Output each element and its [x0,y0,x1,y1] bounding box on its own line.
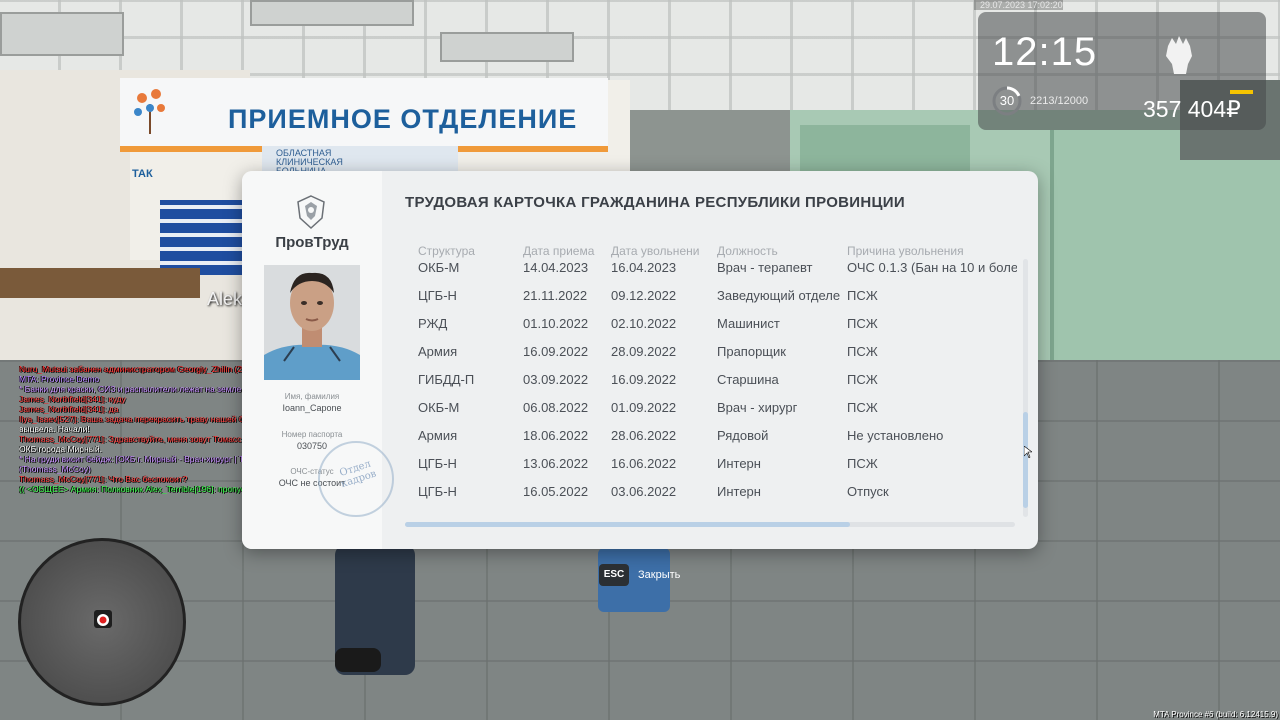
column-header: Дата увольнени [611,244,700,258]
table-cell: ОЧС 0.1.3 (Бан на 10 и более) [847,260,1017,275]
player-position-icon [94,610,112,628]
table-cell: 16.09.2022 [523,344,589,359]
modal-title: ТРУДОВАЯ КАРТОЧКА ГРАЖДАНИНА РЕСПУБЛИКИ … [405,194,905,211]
coat-of-arms-icon [297,195,325,230]
esc-key[interactable]: ESC [599,564,629,586]
table-cell: Рядовой [717,428,769,443]
ceiling-lamp [250,0,414,26]
table-cell: 16.04.2023 [611,260,677,275]
table-cell: ГИБДД-П [418,372,475,387]
passport-label: Номер паспорта [281,430,343,439]
ceiling-lamp [0,12,124,56]
xp-counter: 2213/12000 [1030,95,1089,107]
mouse-cursor-icon [1024,446,1032,458]
table-row[interactable]: ОКБ-М 14.04.2023 16.04.2023 Врач - терапевт… [405,260,1017,288]
table-cell: Прапорщик [717,344,786,359]
table-cell: 13.06.2022 [523,456,589,471]
hospital-logo-icon [134,89,165,134]
table-cell: ЦГБ-Н [418,456,457,471]
table-cell: 02.10.2022 [611,316,677,331]
build-info: MTA Province #6 (build: 6.12415.9) [1153,710,1278,719]
table-cell: 01.09.2022 [611,400,677,415]
ministry-brand: ПровТруд [275,234,349,251]
table-cell: 16.06.2022 [611,456,677,471]
table-row[interactable]: ГИБДД-П 03.09.2022 16.09.2022 Старшина ПСЖ [405,372,1017,400]
column-header: Должность [717,244,778,258]
table-cell: ПСЖ [847,400,878,415]
table-cell: Врач - хирург [717,400,798,415]
horizontal-scroll-thumb[interactable] [405,522,850,527]
name-value: Ioann_Capone [282,403,342,413]
table-cell: Интерн [717,484,761,499]
table-cell: Интерн [717,456,761,471]
table-cell: 06.08.2022 [523,400,589,415]
table-cell: 03.06.2022 [611,484,677,499]
table-cell: 16.05.2022 [523,484,589,499]
employment-table[interactable]: ОКБ-М 14.04.2023 16.04.2023 Врач - терапевт… [405,237,1017,519]
hud-clock: 12:15 [992,30,1098,74]
citizen-photo [264,265,360,380]
table-cell: Отпуск [847,484,889,499]
money-indicator [1230,90,1253,94]
table-cell: 18.06.2022 [523,428,589,443]
table-cell: 21.11.2022 [523,288,588,303]
table-cell: ЦГБ-Н [418,484,457,499]
table-cell: Старшина [717,372,779,387]
money-balance: 357 404₽ [1143,96,1241,122]
table-cell: ОКБ-М [418,260,460,275]
table-cell: Не установлено [847,428,944,443]
table-cell: Армия [418,428,458,443]
table-row[interactable]: ЦГБ-Н 21.11.2022 09.12.2022 Заведующий отде… [405,288,1017,316]
table-cell: Заведующий отделе [717,288,841,303]
citizen-portrait-icon [264,265,360,380]
table-cell: ПСЖ [847,456,878,471]
ceiling-lamp [440,32,574,62]
table-row[interactable]: ЦГБ-Н 16.05.2022 03.06.2022 Интерн Отпуск [405,484,1017,512]
column-header: Дата приема [523,244,595,258]
table-cell: ПСЖ [847,288,878,303]
column-header: Причина увольнения [847,244,964,258]
table-cell: Врач - терапевт [717,260,813,275]
table-cell: ПСЖ [847,372,878,387]
wall-rail [0,268,200,298]
table-cell: 28.09.2022 [611,344,677,359]
datetime-label: 29.07.2023 17:02:20 [974,0,1063,10]
table-row[interactable]: ЦГБ-Н 13.06.2022 16.06.2022 Интерн ПСЖ [405,456,1017,484]
vertical-scroll-thumb[interactable] [1023,412,1028,508]
table-row[interactable]: Армия 16.09.2022 28.09.2022 Прапорщик ПСЖ [405,344,1017,372]
table-row[interactable]: РЖД 01.10.2022 02.10.2022 Машинист ПСЖ [405,316,1017,344]
table-cell: ПСЖ [847,344,878,359]
table-cell: ОКБ-М [418,400,460,415]
player-nametag: Alek [207,289,243,309]
hospital-subsign: ОБЛАСТНАЯ КЛИНИЧЕСКАЯ БОЛЬНИЦА [262,146,458,176]
table-cell: ПСЖ [847,316,878,331]
table-row[interactable]: ОКБ-М 06.08.2022 01.09.2022 Врач - хирург ПС… [405,400,1017,428]
table-cell: 09.12.2022 [611,288,677,303]
table-cell: 28.06.2022 [611,428,677,443]
column-header: Структура [418,244,475,258]
fist-icon [1166,36,1192,74]
player-level: 30 [999,93,1015,108]
close-button[interactable]: Закрыть [638,569,680,581]
reception-sign-text: ПРИЕМНОЕ ОТДЕЛЕНИЕ [228,104,578,134]
table-cell: Машинист [717,316,780,331]
table-row[interactable]: Армия 18.06.2022 28.06.2022 Рядовой Не устан… [405,428,1017,456]
table-cell: Армия [418,344,458,359]
table-cell: 03.09.2022 [523,372,589,387]
name-label: Имя, фамилия [284,392,340,401]
table-cell: 16.09.2022 [611,372,677,387]
table-cell: 14.04.2023 [523,260,589,275]
table-cell: ЦГБ-Н [418,288,457,303]
counter-label: ТАК [132,168,153,180]
table-cell: РЖД [418,316,448,331]
work-record-modal: ПровТруд Имя, фамилия Ioann_Capone Номер… [242,171,1038,549]
player-shoe [335,648,381,672]
table-cell: 01.10.2022 [523,316,589,331]
